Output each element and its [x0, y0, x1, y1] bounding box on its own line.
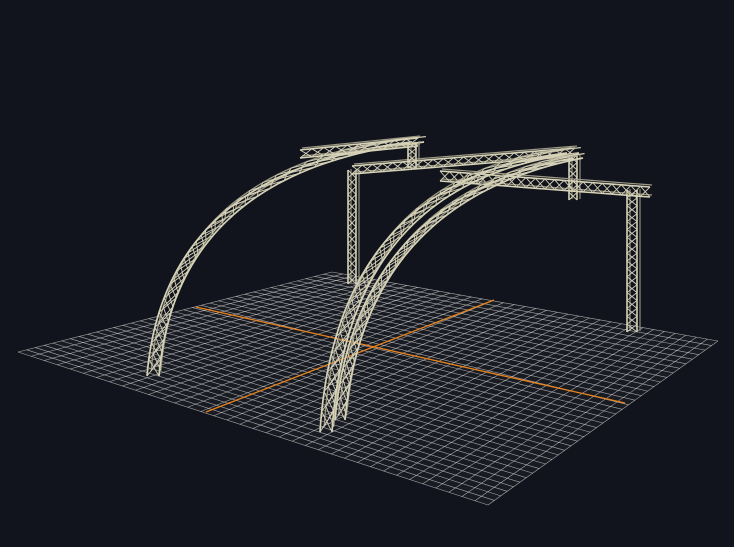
- truss-lacing: [411, 214, 413, 226]
- truss-lacing: [232, 205, 235, 215]
- truss-scene[interactable]: [0, 0, 734, 547]
- 3d-viewport[interactable]: [0, 0, 734, 547]
